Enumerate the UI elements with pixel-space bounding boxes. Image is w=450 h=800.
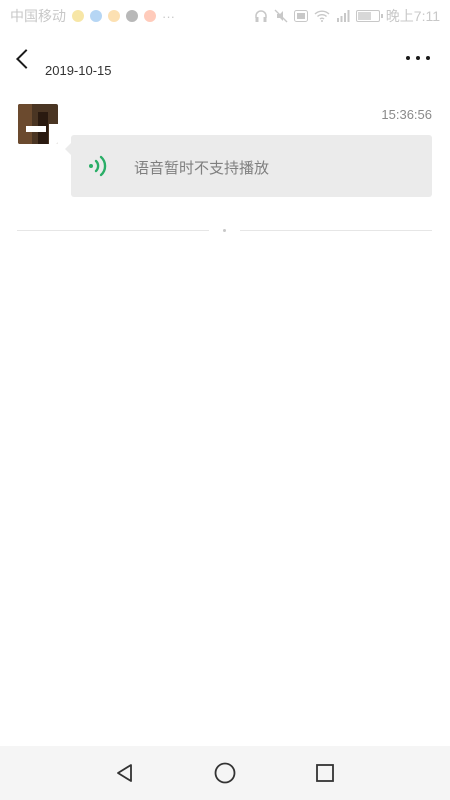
voice-message-bubble[interactable]: 语音暂时不支持播放 bbox=[65, 135, 432, 197]
signal-icon bbox=[336, 10, 350, 22]
voice-wave-icon bbox=[89, 155, 107, 177]
header: 2019-10-15 bbox=[0, 40, 450, 84]
nav-back-icon bbox=[117, 764, 132, 782]
chat-history-page: 中国移动 ··· 晚上7:11 2019-10-15 15:36:56 语音暂时… bbox=[0, 0, 450, 800]
more-dots-icon bbox=[426, 56, 430, 60]
app-notification-icon bbox=[90, 10, 102, 22]
nav-recents-icon bbox=[316, 764, 334, 782]
battery-icon bbox=[355, 10, 383, 22]
more-dots-icon bbox=[406, 56, 410, 60]
voice-message-text: 语音暂时不支持播放 bbox=[134, 160, 270, 177]
avatar[interactable] bbox=[18, 104, 58, 144]
nav-back-button[interactable] bbox=[110, 758, 140, 788]
back-button[interactable] bbox=[10, 46, 36, 72]
status-time: 晚上7:11 bbox=[385, 8, 440, 24]
system-nav-bar bbox=[0, 746, 450, 800]
carrier-label: 中国移动 bbox=[10, 8, 66, 24]
app-notification-icon bbox=[108, 10, 120, 22]
nav-home-button[interactable] bbox=[210, 758, 240, 788]
status-bar: 中国移动 ··· 晚上7:11 bbox=[0, 0, 450, 32]
divider-line-left bbox=[17, 230, 209, 231]
app-notification-icon bbox=[144, 10, 156, 22]
nav-recents-button[interactable] bbox=[310, 758, 340, 788]
more-options-button[interactable] bbox=[406, 52, 430, 64]
status-left: 中国移动 ··· bbox=[10, 6, 175, 26]
status-right: 晚上7:11 bbox=[254, 6, 440, 26]
headphones-icon bbox=[255, 10, 267, 22]
hd-icon bbox=[293, 10, 308, 22]
wifi-icon bbox=[314, 10, 330, 22]
nav-home-icon bbox=[214, 762, 236, 784]
more-dots-icon bbox=[416, 56, 420, 60]
end-divider bbox=[17, 229, 432, 233]
page-date: 2019-10-15 bbox=[45, 63, 112, 78]
tiktok-notification-icon bbox=[126, 10, 138, 22]
chevron-left-icon bbox=[15, 49, 36, 69]
app-notification-icon bbox=[72, 10, 84, 22]
message-timestamp: 15:36:56 bbox=[381, 107, 432, 122]
mute-icon bbox=[274, 9, 288, 23]
more-notifications-icon: ··· bbox=[162, 8, 175, 24]
divider-line-right bbox=[240, 230, 432, 231]
battery-level bbox=[357, 12, 371, 20]
divider-dot bbox=[223, 229, 226, 232]
